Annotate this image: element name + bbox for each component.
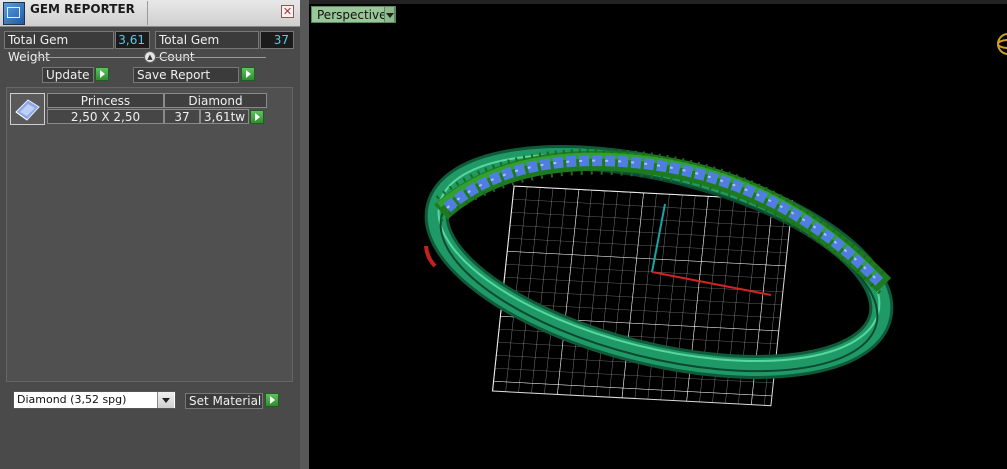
- set-material-button[interactable]: Set Material: [185, 393, 263, 409]
- gem-weight-cell: 3,61tw: [200, 109, 249, 124]
- panel-title-bar[interactable]: GEM REPORTER ✕: [0, 0, 300, 27]
- ring-scene[interactable]: [309, 0, 1007, 469]
- total-gem-count-label: Total Gem Count: [155, 31, 259, 64]
- update-button[interactable]: Update: [42, 67, 94, 83]
- gem-row-play-icon[interactable]: [250, 110, 264, 124]
- gem-reporter-panel: GEM REPORTER ✕ Total Gem Weight 3,61 Tot…: [0, 0, 302, 469]
- gem-shape-header: Princess: [47, 93, 164, 108]
- panel-splitter[interactable]: [300, 0, 309, 469]
- save-report-button[interactable]: Save Report: [133, 67, 239, 83]
- collapse-icon[interactable]: ▲: [144, 51, 156, 63]
- total-gem-weight-value: 3,61: [115, 31, 150, 49]
- gem-reporter-icon: [3, 2, 25, 25]
- shank-accent: [424, 245, 437, 268]
- total-gem-weight-label: Total Gem Weight: [4, 31, 114, 64]
- total-gem-count-value: 37: [260, 31, 294, 49]
- gem-material-header: Diamond: [164, 93, 267, 108]
- perspective-viewport[interactable]: Perspective: [309, 0, 1007, 469]
- view-selector-label: Perspective: [317, 8, 387, 22]
- close-icon[interactable]: ✕: [281, 5, 294, 18]
- material-select[interactable]: Diamond (3,52 spg): [13, 391, 176, 409]
- update-play-icon[interactable]: [95, 67, 109, 81]
- gem-count-cell: 37: [164, 109, 200, 124]
- chevron-down-icon[interactable]: [384, 6, 395, 23]
- gem-list: [6, 87, 293, 382]
- orbit-gizmo-icon: [997, 33, 1007, 55]
- chevron-down-icon[interactable]: [157, 392, 174, 408]
- set-material-play-icon[interactable]: [265, 393, 279, 407]
- title-separator: [147, 1, 148, 25]
- gem-size-cell: 2,50 X 2,50: [47, 109, 164, 124]
- panel-title: GEM REPORTER: [30, 2, 135, 16]
- princess-diamond-icon[interactable]: [10, 93, 45, 125]
- save-report-play-icon[interactable]: [241, 67, 255, 81]
